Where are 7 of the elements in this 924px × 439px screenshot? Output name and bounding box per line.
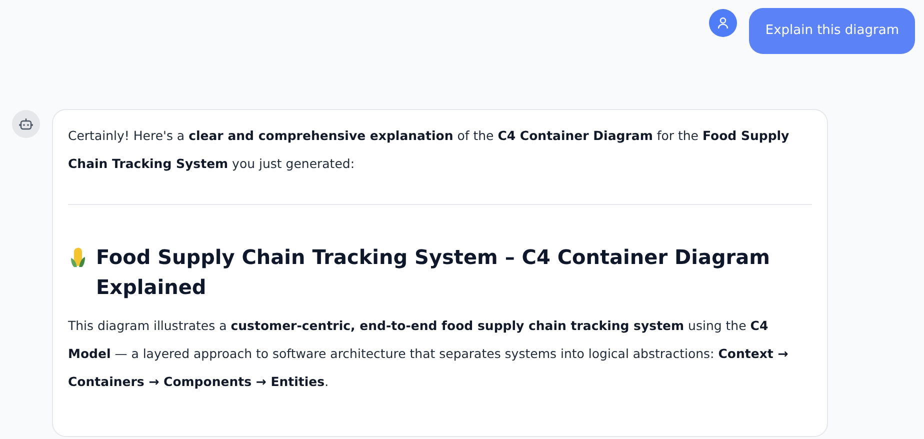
intro-text: Certainly! Here's a clear and comprehensive explanation of the C4 Container Diagram for the Food Supply Chain Tracking System you just generated: — [68, 127, 790, 173]
corn-icon — [68, 246, 88, 268]
person-icon — [717, 17, 730, 29]
user-message: Explain this diagram — [749, 8, 915, 54]
body-paragraph: This diagram illustrates a customer-centric, end-to-end food supply chain tracking system using the C4 Model — a layered approach to software architecture that separates systems into logical abstractions: Context → Containers → Components → Entities. — [68, 317, 790, 391]
section-heading: Food Supply Chain Tracking System – C4 Container Diagram Explained — [96, 244, 772, 301]
robot-icon — [19, 117, 33, 131]
